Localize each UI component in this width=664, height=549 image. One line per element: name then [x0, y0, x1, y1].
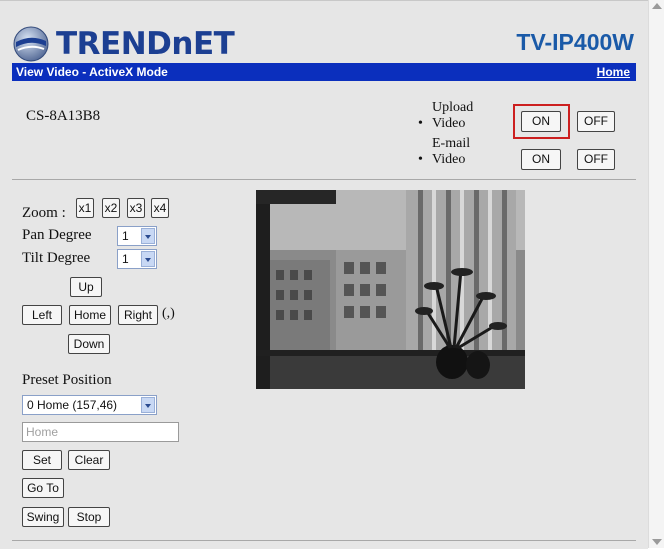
home-link[interactable]: Home	[597, 63, 630, 81]
swing-button[interactable]: Swing	[22, 507, 64, 527]
model-name: TV-IP400W	[516, 29, 634, 55]
chevron-down-icon	[141, 228, 155, 244]
pan-degree-value: 1	[122, 229, 129, 243]
divider	[12, 540, 636, 541]
upload-on-button[interactable]: ON	[521, 111, 561, 132]
scroll-down-icon[interactable]	[652, 539, 662, 545]
tilt-up-button[interactable]: Up	[70, 277, 102, 297]
email-video-label: Video	[432, 152, 466, 167]
tilt-degree-label: Tilt Degree	[22, 250, 91, 266]
preset-position-select[interactable]: 0 Home (157,46)	[22, 395, 157, 415]
tilt-degree-value: 1	[122, 252, 129, 266]
preset-position-value: 0 Home (157,46)	[27, 398, 118, 412]
zoom-x1-button[interactable]: x1	[76, 198, 94, 218]
divider	[12, 179, 636, 180]
brand-logo: TRENDnET	[12, 25, 235, 63]
zoom-x3-button[interactable]: x3	[127, 198, 145, 218]
email-on-button[interactable]: ON	[521, 149, 561, 170]
bullet-icon: •	[418, 152, 423, 167]
page-frame: TRENDnET TV-IP400W View Video - ActiveX …	[0, 0, 648, 549]
pan-right-button[interactable]: Right	[118, 305, 158, 325]
email-label: E-mail	[432, 136, 471, 151]
header: TRENDnET TV-IP400W	[0, 19, 648, 63]
stop-button[interactable]: Stop	[68, 507, 110, 527]
pan-degree-select[interactable]: 1	[117, 226, 157, 246]
preset-goto-button[interactable]: Go To	[22, 478, 64, 498]
upload-off-button[interactable]: OFF	[577, 111, 615, 132]
zoom-label: Zoom :	[22, 205, 66, 221]
bullet-icon: •	[418, 116, 423, 131]
preset-set-button[interactable]: Set	[22, 450, 62, 470]
upload-label: Upload	[432, 100, 474, 115]
preset-position-label: Preset Position	[22, 372, 112, 388]
scroll-up-icon[interactable]	[652, 3, 662, 9]
pan-degree-label: Pan Degree	[22, 227, 92, 243]
pan-left-button[interactable]: Left	[22, 305, 62, 325]
zoom-x4-button[interactable]: x4	[151, 198, 169, 218]
preset-clear-button[interactable]: Clear	[68, 450, 110, 470]
trendnet-logo-icon	[13, 26, 49, 62]
preset-name-input[interactable]: Home	[22, 422, 179, 442]
notification-block: Upload • Video E-mail • Video	[418, 100, 473, 168]
live-video-feed[interactable]	[256, 190, 525, 389]
email-video-row: • Video	[418, 152, 473, 168]
tilt-degree-select[interactable]: 1	[117, 249, 157, 269]
upload-video-row: • Video	[418, 116, 473, 132]
email-off-button[interactable]: OFF	[577, 149, 615, 170]
chevron-down-icon	[141, 397, 155, 413]
chevron-down-icon	[141, 251, 155, 267]
camera-name: CS-8A13B8	[26, 108, 101, 124]
brand-name: TRENDnET	[56, 26, 235, 62]
title-bar: View Video - ActiveX Mode Home	[12, 63, 636, 81]
ptz-home-button[interactable]: Home	[69, 305, 111, 325]
vertical-scrollbar[interactable]	[648, 0, 664, 548]
zoom-x2-button[interactable]: x2	[102, 198, 120, 218]
upload-video-label: Video	[432, 116, 466, 131]
page-title: View Video - ActiveX Mode	[16, 65, 168, 79]
tilt-down-button[interactable]: Down	[68, 334, 110, 354]
shortcut-hint: (,)	[162, 306, 175, 321]
